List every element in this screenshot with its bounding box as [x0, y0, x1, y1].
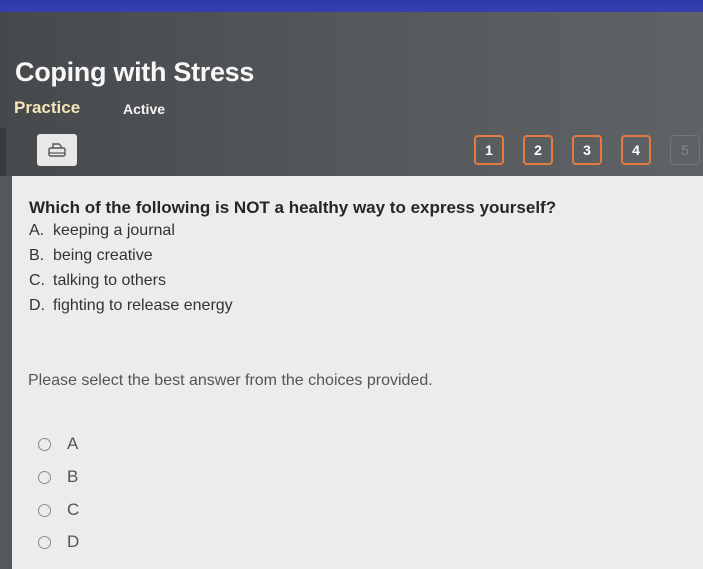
- choice-letter: B.: [29, 247, 45, 264]
- lesson-header: Coping with Stress Practice Active 1 2 3…: [0, 12, 703, 176]
- choice-d: D. fighting to release energy: [29, 297, 233, 315]
- choice-a: A. keeping a journal: [29, 222, 175, 240]
- radio-button[interactable]: [38, 470, 51, 484]
- question-nav-3[interactable]: 3: [572, 135, 602, 165]
- instruction-text: Please select the best answer from the c…: [28, 372, 433, 389]
- print-button[interactable]: [37, 134, 77, 166]
- answer-option-c[interactable]: C: [38, 500, 79, 520]
- radio-button[interactable]: [38, 437, 51, 451]
- choice-letter: C.: [29, 272, 45, 289]
- status-label: Active: [123, 101, 166, 117]
- answer-option-b[interactable]: B: [38, 467, 78, 487]
- side-panel-tab[interactable]: [0, 128, 6, 176]
- choice-c: C. talking to others: [29, 272, 166, 290]
- choice-letter: D.: [29, 297, 45, 314]
- answer-label[interactable]: D: [67, 532, 79, 552]
- choice-letter: A.: [29, 222, 45, 239]
- mode-label: Practice: [14, 98, 81, 117]
- radio-button[interactable]: [38, 503, 51, 517]
- answer-option-a[interactable]: A: [38, 434, 78, 454]
- answer-label[interactable]: B: [67, 467, 78, 487]
- answer-label[interactable]: A: [67, 434, 78, 454]
- question-nav-4[interactable]: 4: [621, 135, 651, 165]
- answer-option-d[interactable]: D: [38, 532, 79, 552]
- radio-button[interactable]: [38, 535, 51, 549]
- question-text: Which of the following is NOT a healthy …: [29, 198, 557, 217]
- answer-label[interactable]: C: [67, 500, 79, 520]
- question-nav-5: 5: [670, 135, 700, 165]
- question-nav-1[interactable]: 1: [474, 135, 504, 165]
- choice-text: talking to others: [53, 272, 166, 289]
- printer-icon: [48, 143, 66, 157]
- choice-text: being creative: [53, 247, 153, 264]
- choice-text: fighting to release energy: [53, 297, 233, 314]
- choice-text: keeping a journal: [53, 222, 175, 239]
- browser-top-bar: [0, 0, 703, 12]
- choice-b: B. being creative: [29, 247, 153, 265]
- lesson-title: Coping with Stress: [15, 57, 255, 87]
- question-nav-2[interactable]: 2: [523, 135, 553, 165]
- question-panel: Which of the following is NOT a healthy …: [12, 176, 703, 569]
